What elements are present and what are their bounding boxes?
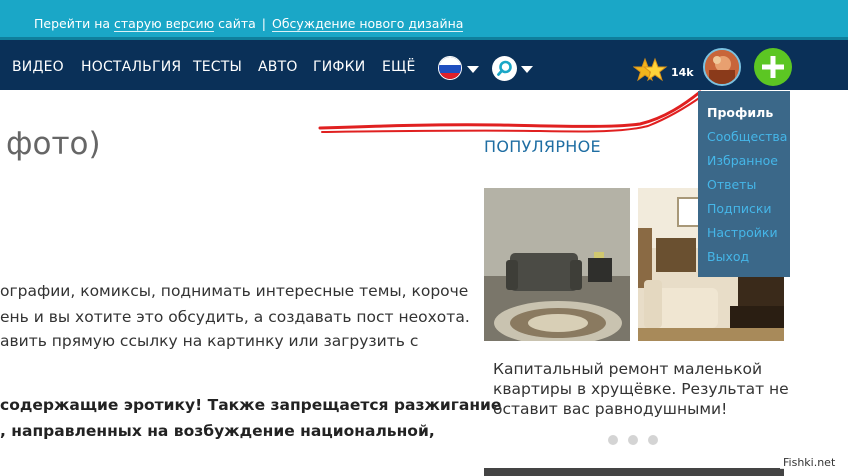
article-paragraph-line: авить прямую ссылку на картинку или загр… [0,332,419,350]
carousel-dot-3[interactable] [648,435,658,445]
popular-caption-line[interactable]: оставит вас равнодушными! [493,400,727,418]
popular-caption-line[interactable]: Капитальный ремонт маленькой [493,360,762,378]
russia-flag-icon[interactable] [438,56,462,80]
carousel-dot-1[interactable] [608,435,618,445]
nav-item-more[interactable]: ЕЩЁ [382,59,416,75]
carousel-dot-2[interactable] [628,435,638,445]
popular-section-title: ПОПУЛЯРНОЕ [484,137,601,156]
rules-line: содержащие эротику! Также запрещается ра… [0,396,502,414]
menu-item-answers[interactable]: Ответы [707,177,756,192]
avatar[interactable] [703,48,741,86]
menu-item-settings[interactable]: Настройки [707,225,778,240]
chevron-down-icon[interactable] [521,66,533,73]
page-title: фото) [6,126,101,162]
topbar-suffix: сайта [214,16,256,31]
search-icon[interactable] [492,56,517,81]
article-paragraph-line: ень и вы хотите это обсудить, а создават… [0,308,470,326]
add-post-button[interactable] [754,48,792,86]
menu-item-profile[interactable]: Профиль [707,105,773,120]
chevron-down-icon[interactable] [467,66,479,73]
nav-item-tests[interactable]: ТЕСТЫ [193,59,242,75]
article-paragraph-line: ографии, комиксы, поднимать интересные т… [0,282,469,300]
top-info-bar: Перейти на старую версию сайта | Обсуждени… [0,0,848,37]
old-version-link[interactable]: старую версию [114,16,215,32]
topbar-prefix: Перейти на [34,16,115,31]
topbar-separator: | [261,16,266,31]
nav-item-nostalgia[interactable]: НОСТАЛЬГИЯ [81,59,181,75]
menu-item-logout[interactable]: Выход [707,249,749,264]
topbar-text: Перейти на старую версию сайта | Обсуждени… [34,16,464,32]
nav-item-auto[interactable]: АВТО [258,59,298,75]
discussion-link[interactable]: Обсуждение нового дизайна [271,16,464,32]
karma-count: 14k [671,66,694,79]
popular-photo-1[interactable] [484,188,630,341]
popular-caption-line[interactable]: квартиры в хрущёвке. Результат не [493,380,789,398]
menu-item-subscriptions[interactable]: Подписки [707,201,772,216]
plus-icon [762,56,784,78]
nav-item-video[interactable]: ВИДЕО [12,59,64,75]
profile-dropdown-menu: Профиль Сообщества Избранное Ответы Подп… [698,91,790,277]
rules-line: , направленных на возбуждение национальн… [0,422,435,440]
watermark: Fishki.net [780,456,839,469]
nav-item-gifs[interactable]: ГИФКИ [313,59,365,75]
stars-icon[interactable] [633,56,669,86]
menu-item-favorites[interactable]: Избранное [707,153,778,168]
menu-item-communities[interactable]: Сообщества [707,129,787,144]
next-popular-thumbnail[interactable] [484,468,784,476]
